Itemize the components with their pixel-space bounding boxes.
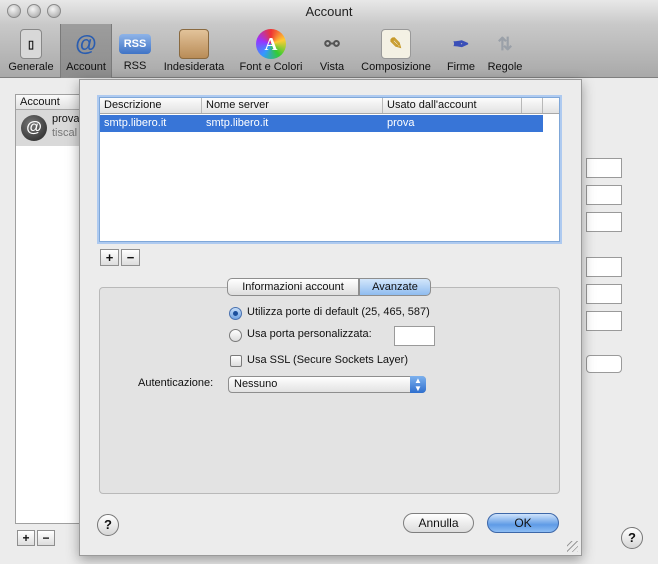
junk-mail-icon xyxy=(179,29,209,59)
background-field xyxy=(586,212,622,232)
column-header-empty xyxy=(522,98,543,113)
authentication-label: Autenticazione: xyxy=(138,377,214,389)
add-account-button[interactable]: + xyxy=(17,530,35,546)
table-header: Descrizione Nome server Usato dall'accou… xyxy=(100,98,559,114)
toolbar-item-rss[interactable]: RSS RSS xyxy=(116,24,154,78)
signature-pen-icon: ✒ xyxy=(452,33,470,56)
toolbar-item-composizione[interactable]: ✎ Composizione xyxy=(356,24,436,78)
add-server-button[interactable]: + xyxy=(100,249,119,266)
toolbar-item-firme[interactable]: ✒ Firme xyxy=(442,24,480,78)
ok-button[interactable]: OK xyxy=(487,513,559,533)
authentication-value: Nessuno xyxy=(234,378,278,390)
background-field xyxy=(586,311,622,331)
background-field xyxy=(586,158,622,178)
preferences-toolbar: ▯ Generale @ Account RSS RSS Indesiderat… xyxy=(0,24,658,78)
resize-grip-icon[interactable] xyxy=(567,541,578,552)
account-name: prova xyxy=(52,113,80,125)
toolbar-item-account[interactable]: @ Account xyxy=(60,24,112,78)
background-field xyxy=(586,257,622,277)
account-list-item[interactable]: @ prova tiscal xyxy=(16,110,86,146)
default-ports-radio[interactable] xyxy=(229,307,242,320)
close-window-button[interactable] xyxy=(7,4,21,18)
background-field xyxy=(586,284,622,304)
popup-arrows-icon: ▲ ▼ xyxy=(410,376,426,393)
smtp-server-sheet: Descrizione Nome server Usato dall'accou… xyxy=(79,79,582,556)
help-button[interactable]: ? xyxy=(621,527,643,549)
title-bar: Account xyxy=(0,0,658,24)
account-server: tiscal xyxy=(52,127,78,139)
background-popup xyxy=(586,355,622,373)
account-list: Account @ prova tiscal xyxy=(15,94,87,524)
at-sign-icon: @ xyxy=(75,31,97,56)
mail-account-icon: @ xyxy=(21,115,47,141)
fonts-colors-icon: A xyxy=(256,29,286,59)
rss-icon: RSS xyxy=(119,34,151,54)
cell-account: prova xyxy=(387,117,415,129)
toolbar-item-regole[interactable]: ⇅ Regole xyxy=(484,24,526,78)
default-ports-label: Utilizza porte di default (25, 465, 587) xyxy=(247,306,430,318)
toolbar-item-indesiderata[interactable]: Indesiderata xyxy=(159,24,229,78)
custom-port-label: Usa porta personalizzata: xyxy=(247,328,372,340)
toolbar-item-font-e-colori[interactable]: A Font e Colori xyxy=(235,24,307,78)
switch-icon: ▯ xyxy=(20,29,42,59)
account-list-header: Account xyxy=(16,95,86,110)
remove-server-button[interactable]: − xyxy=(121,249,140,266)
minimize-window-button[interactable] xyxy=(27,4,41,18)
table-row[interactable]: smtp.libero.it smtp.libero.it prova xyxy=(100,115,543,132)
toolbar-item-generale[interactable]: ▯ Generale xyxy=(4,24,58,78)
compose-pencil-icon: ✎ xyxy=(381,29,411,59)
remove-account-button[interactable]: − xyxy=(37,530,55,546)
cell-server: smtp.libero.it xyxy=(206,117,269,129)
use-ssl-checkbox[interactable] xyxy=(230,355,242,367)
column-header-nome-server[interactable]: Nome server xyxy=(202,98,383,113)
glasses-icon: ⚯ xyxy=(324,33,340,54)
custom-port-input[interactable] xyxy=(394,326,435,346)
authentication-select[interactable]: Nessuno ▲ ▼ xyxy=(228,376,426,393)
custom-port-radio[interactable] xyxy=(229,329,242,342)
cell-description: smtp.libero.it xyxy=(104,117,167,129)
column-header-descrizione[interactable]: Descrizione xyxy=(100,98,202,113)
tab-informazioni-account[interactable]: Informazioni account xyxy=(227,278,359,296)
column-header-usato-dall-account[interactable]: Usato dall'account xyxy=(383,98,522,113)
window-title: Account xyxy=(305,4,353,19)
zoom-window-button[interactable] xyxy=(47,4,61,18)
rules-arrows-icon: ⇅ xyxy=(497,33,513,54)
background-field xyxy=(586,185,622,205)
cancel-button[interactable]: Annulla xyxy=(403,513,474,533)
toolbar-item-vista[interactable]: ⚯ Vista xyxy=(313,24,351,78)
use-ssl-label: Usa SSL (Secure Sockets Layer) xyxy=(247,354,408,366)
tab-avanzate[interactable]: Avanzate xyxy=(359,278,431,296)
smtp-server-table: Descrizione Nome server Usato dall'accou… xyxy=(99,97,560,242)
sheet-help-button[interactable]: ? xyxy=(97,514,119,536)
